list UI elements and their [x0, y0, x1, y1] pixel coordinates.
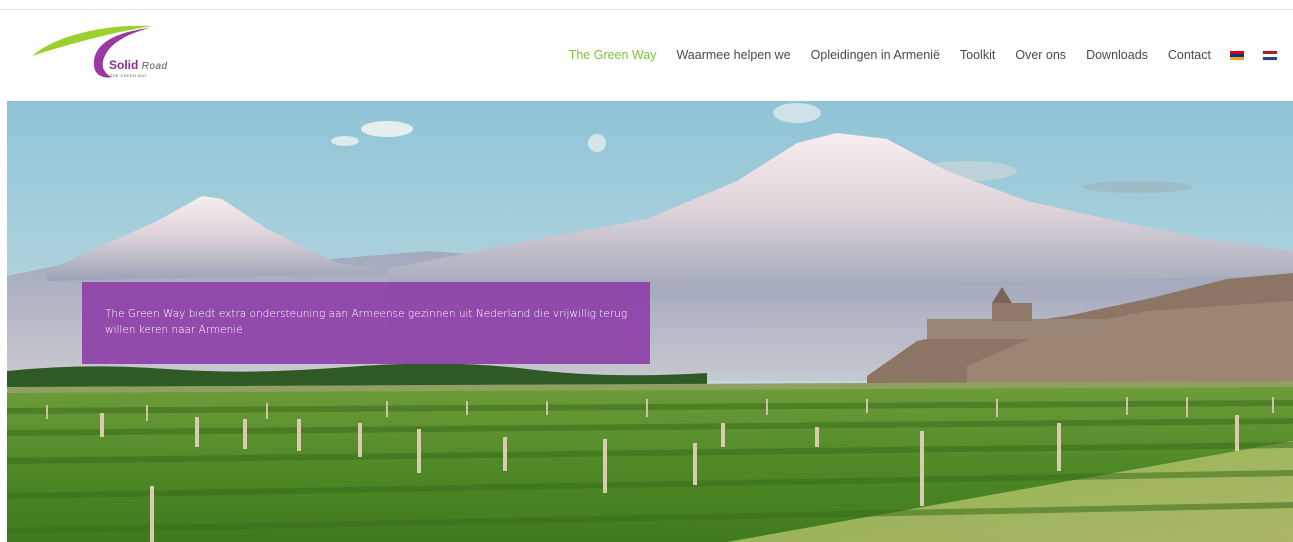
- hero-banner: The Green Way biedt extra ondersteuning …: [7, 101, 1293, 542]
- netherlands-flag-icon[interactable]: [1263, 50, 1277, 60]
- nav-item-toolkit[interactable]: Toolkit: [960, 48, 995, 62]
- nav-item-over-ons[interactable]: Over ons: [1015, 48, 1066, 62]
- site-header: Solid Road THE GREEN WAY The Green Way W…: [0, 10, 1293, 101]
- main-navigation: The Green Way Waarmee helpen we Opleidin…: [549, 43, 1277, 67]
- nav-item-opleidingen[interactable]: Opleidingen in Armenië: [811, 48, 940, 62]
- nav-item-the-green-way[interactable]: The Green Way: [569, 48, 657, 62]
- site-logo[interactable]: Solid Road THE GREEN WAY: [30, 24, 180, 84]
- armenia-flag-icon[interactable]: [1230, 50, 1244, 60]
- logo-text: Solid Road: [109, 58, 168, 72]
- nav-item-downloads[interactable]: Downloads: [1086, 48, 1148, 62]
- hero-caption-box: The Green Way biedt extra ondersteuning …: [82, 282, 650, 364]
- hero-caption-text: The Green Way biedt extra ondersteuning …: [105, 308, 628, 336]
- logo-name-road: Road: [141, 61, 168, 72]
- logo-swoosh-icon: [32, 25, 152, 78]
- nav-item-contact[interactable]: Contact: [1168, 48, 1211, 62]
- nav-item-waarmee-helpen-we[interactable]: Waarmee helpen we: [676, 48, 790, 62]
- logo-name-main: Solid: [109, 58, 139, 72]
- logo-tagline: THE GREEN WAY: [110, 73, 148, 78]
